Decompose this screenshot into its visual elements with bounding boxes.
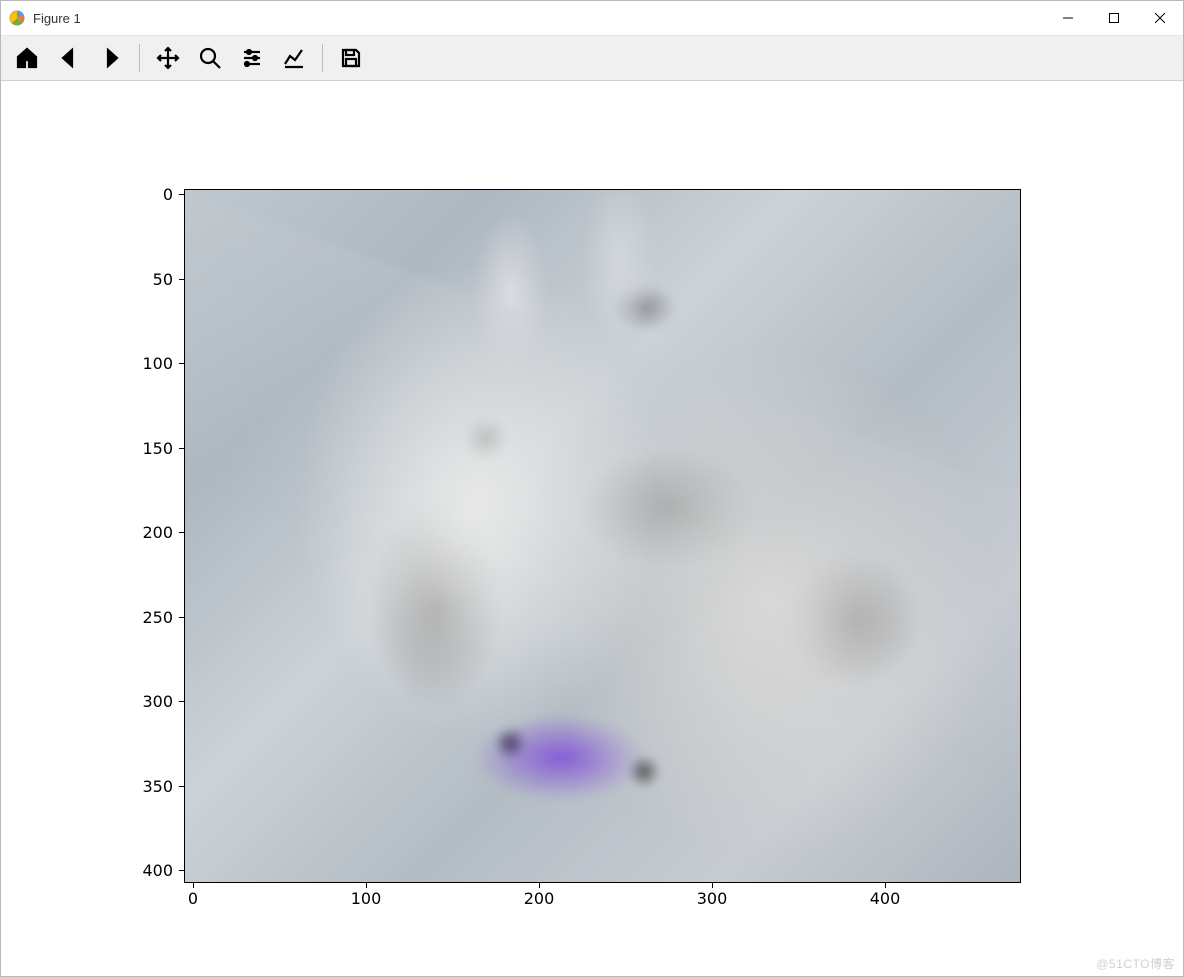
zoom-button[interactable] <box>192 40 228 76</box>
ytick-mark <box>179 701 184 702</box>
close-button[interactable] <box>1137 1 1183 35</box>
save-button[interactable] <box>333 40 369 76</box>
maximize-button[interactable] <box>1091 1 1137 35</box>
toolbar <box>1 36 1183 81</box>
ytick-label: 0 <box>113 185 173 204</box>
ytick-mark <box>179 786 184 787</box>
ytick-mark <box>179 194 184 195</box>
xtick-mark <box>712 883 713 888</box>
ytick-label: 200 <box>113 523 173 542</box>
xtick-mark <box>539 883 540 888</box>
ytick-mark <box>179 448 184 449</box>
xtick-label: 400 <box>870 889 901 908</box>
edit-axes-button[interactable] <box>276 40 312 76</box>
pan-button[interactable] <box>150 40 186 76</box>
ytick-label: 250 <box>113 608 173 627</box>
ytick-label: 400 <box>113 861 173 880</box>
xtick-label: 100 <box>351 889 382 908</box>
ytick-mark <box>179 279 184 280</box>
ytick-mark <box>179 870 184 871</box>
ytick-label: 150 <box>113 439 173 458</box>
titlebar[interactable]: Figure 1 <box>1 1 1183 36</box>
ytick-mark <box>179 532 184 533</box>
ytick-label: 100 <box>113 354 173 373</box>
ytick-mark <box>179 617 184 618</box>
figure-canvas[interactable]: 0 50 100 150 200 250 300 350 400 0 100 2… <box>1 81 1183 976</box>
configure-subplots-button[interactable] <box>234 40 270 76</box>
matplotlib-icon <box>9 10 25 26</box>
back-button[interactable] <box>51 40 87 76</box>
xtick-mark <box>366 883 367 888</box>
figure-window: Figure 1 <box>0 0 1184 977</box>
minimize-button[interactable] <box>1045 1 1091 35</box>
xtick-label: 300 <box>697 889 728 908</box>
xtick-mark <box>193 883 194 888</box>
xtick-mark <box>885 883 886 888</box>
xtick-label: 0 <box>188 889 198 908</box>
toolbar-separator <box>322 44 323 72</box>
ytick-label: 350 <box>113 777 173 796</box>
forward-button[interactable] <box>93 40 129 76</box>
watermark: @51CTO博客 <box>1096 955 1175 972</box>
ytick-label: 300 <box>113 692 173 711</box>
xtick-label: 200 <box>524 889 555 908</box>
ytick-mark <box>179 363 184 364</box>
window-title: Figure 1 <box>33 11 81 26</box>
toolbar-separator <box>139 44 140 72</box>
ytick-label: 50 <box>113 270 173 289</box>
home-button[interactable] <box>9 40 45 76</box>
axes-image[interactable] <box>184 189 1021 883</box>
